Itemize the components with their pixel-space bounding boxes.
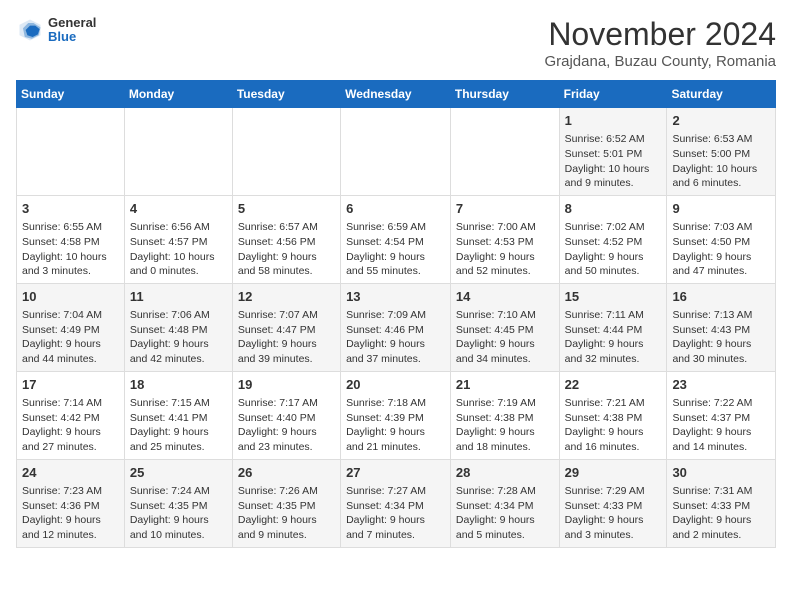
calendar-cell: 3Sunrise: 6:55 AMSunset: 4:58 PMDaylight…: [17, 195, 125, 283]
weekday-header-sunday: Sunday: [17, 81, 125, 108]
calendar-cell: 26Sunrise: 7:26 AMSunset: 4:35 PMDayligh…: [232, 459, 340, 547]
day-number: 21: [456, 376, 554, 394]
calendar-cell: 2Sunrise: 6:53 AMSunset: 5:00 PMDaylight…: [667, 108, 776, 196]
calendar-cell: 23Sunrise: 7:22 AMSunset: 4:37 PMDayligh…: [667, 371, 776, 459]
calendar-header: SundayMondayTuesdayWednesdayThursdayFrid…: [17, 81, 776, 108]
calendar-cell: 10Sunrise: 7:04 AMSunset: 4:49 PMDayligh…: [17, 283, 125, 371]
logo: General Blue: [16, 16, 96, 45]
calendar-cell: 18Sunrise: 7:15 AMSunset: 4:41 PMDayligh…: [124, 371, 232, 459]
calendar-cell: 8Sunrise: 7:02 AMSunset: 4:52 PMDaylight…: [559, 195, 667, 283]
calendar-cell: 14Sunrise: 7:10 AMSunset: 4:45 PMDayligh…: [450, 283, 559, 371]
calendar-cell: 28Sunrise: 7:28 AMSunset: 4:34 PMDayligh…: [450, 459, 559, 547]
day-number: 15: [565, 288, 662, 306]
calendar-row-1: 3Sunrise: 6:55 AMSunset: 4:58 PMDaylight…: [17, 195, 776, 283]
calendar-cell: 5Sunrise: 6:57 AMSunset: 4:56 PMDaylight…: [232, 195, 340, 283]
day-number: 13: [346, 288, 445, 306]
day-number: 14: [456, 288, 554, 306]
day-number: 5: [238, 200, 335, 218]
day-number: 29: [565, 464, 662, 482]
day-number: 27: [346, 464, 445, 482]
month-title: November 2024: [544, 16, 776, 53]
calendar-cell: 12Sunrise: 7:07 AMSunset: 4:47 PMDayligh…: [232, 283, 340, 371]
day-number: 24: [22, 464, 119, 482]
day-number: 26: [238, 464, 335, 482]
day-number: 16: [672, 288, 770, 306]
calendar-cell: [232, 108, 340, 196]
calendar-row-0: 1Sunrise: 6:52 AMSunset: 5:01 PMDaylight…: [17, 108, 776, 196]
weekday-header-tuesday: Tuesday: [232, 81, 340, 108]
day-number: 30: [672, 464, 770, 482]
weekday-header-row: SundayMondayTuesdayWednesdayThursdayFrid…: [17, 81, 776, 108]
day-number: 20: [346, 376, 445, 394]
calendar-cell: [124, 108, 232, 196]
calendar-table: SundayMondayTuesdayWednesdayThursdayFrid…: [16, 80, 776, 548]
day-number: 10: [22, 288, 119, 306]
day-number: 28: [456, 464, 554, 482]
calendar-cell: 29Sunrise: 7:29 AMSunset: 4:33 PMDayligh…: [559, 459, 667, 547]
calendar-row-4: 24Sunrise: 7:23 AMSunset: 4:36 PMDayligh…: [17, 459, 776, 547]
calendar-cell: 11Sunrise: 7:06 AMSunset: 4:48 PMDayligh…: [124, 283, 232, 371]
calendar-cell: 4Sunrise: 6:56 AMSunset: 4:57 PMDaylight…: [124, 195, 232, 283]
calendar-cell: 13Sunrise: 7:09 AMSunset: 4:46 PMDayligh…: [341, 283, 451, 371]
day-number: 11: [130, 288, 227, 306]
calendar-cell: [17, 108, 125, 196]
calendar-row-3: 17Sunrise: 7:14 AMSunset: 4:42 PMDayligh…: [17, 371, 776, 459]
day-number: 22: [565, 376, 662, 394]
day-number: 2: [672, 112, 770, 130]
logo-blue-text: Blue: [48, 30, 96, 44]
calendar-cell: 20Sunrise: 7:18 AMSunset: 4:39 PMDayligh…: [341, 371, 451, 459]
calendar-cell: [450, 108, 559, 196]
calendar-cell: 21Sunrise: 7:19 AMSunset: 4:38 PMDayligh…: [450, 371, 559, 459]
location: Grajdana, Buzau County, Romania: [544, 53, 776, 70]
weekday-header-thursday: Thursday: [450, 81, 559, 108]
calendar-row-2: 10Sunrise: 7:04 AMSunset: 4:49 PMDayligh…: [17, 283, 776, 371]
calendar-cell: 17Sunrise: 7:14 AMSunset: 4:42 PMDayligh…: [17, 371, 125, 459]
day-number: 25: [130, 464, 227, 482]
page-header: General Blue November 2024 Grajdana, Buz…: [16, 16, 776, 70]
calendar-cell: [341, 108, 451, 196]
calendar-cell: 16Sunrise: 7:13 AMSunset: 4:43 PMDayligh…: [667, 283, 776, 371]
day-number: 1: [565, 112, 662, 130]
day-number: 3: [22, 200, 119, 218]
calendar-cell: 22Sunrise: 7:21 AMSunset: 4:38 PMDayligh…: [559, 371, 667, 459]
day-number: 23: [672, 376, 770, 394]
weekday-header-wednesday: Wednesday: [341, 81, 451, 108]
logo-icon: [16, 16, 44, 44]
calendar-cell: 25Sunrise: 7:24 AMSunset: 4:35 PMDayligh…: [124, 459, 232, 547]
weekday-header-saturday: Saturday: [667, 81, 776, 108]
day-number: 9: [672, 200, 770, 218]
logo-general-text: General: [48, 16, 96, 30]
weekday-header-monday: Monday: [124, 81, 232, 108]
calendar-cell: 7Sunrise: 7:00 AMSunset: 4:53 PMDaylight…: [450, 195, 559, 283]
calendar-cell: 6Sunrise: 6:59 AMSunset: 4:54 PMDaylight…: [341, 195, 451, 283]
calendar-cell: 30Sunrise: 7:31 AMSunset: 4:33 PMDayligh…: [667, 459, 776, 547]
logo-text: General Blue: [48, 16, 96, 45]
calendar-cell: 27Sunrise: 7:27 AMSunset: 4:34 PMDayligh…: [341, 459, 451, 547]
day-number: 6: [346, 200, 445, 218]
calendar-cell: 24Sunrise: 7:23 AMSunset: 4:36 PMDayligh…: [17, 459, 125, 547]
calendar-cell: 1Sunrise: 6:52 AMSunset: 5:01 PMDaylight…: [559, 108, 667, 196]
calendar-cell: 15Sunrise: 7:11 AMSunset: 4:44 PMDayligh…: [559, 283, 667, 371]
title-block: November 2024 Grajdana, Buzau County, Ro…: [544, 16, 776, 70]
day-number: 8: [565, 200, 662, 218]
day-number: 17: [22, 376, 119, 394]
day-number: 4: [130, 200, 227, 218]
day-number: 18: [130, 376, 227, 394]
day-number: 12: [238, 288, 335, 306]
day-number: 19: [238, 376, 335, 394]
weekday-header-friday: Friday: [559, 81, 667, 108]
calendar-body: 1Sunrise: 6:52 AMSunset: 5:01 PMDaylight…: [17, 108, 776, 548]
day-number: 7: [456, 200, 554, 218]
calendar-cell: 19Sunrise: 7:17 AMSunset: 4:40 PMDayligh…: [232, 371, 340, 459]
calendar-cell: 9Sunrise: 7:03 AMSunset: 4:50 PMDaylight…: [667, 195, 776, 283]
